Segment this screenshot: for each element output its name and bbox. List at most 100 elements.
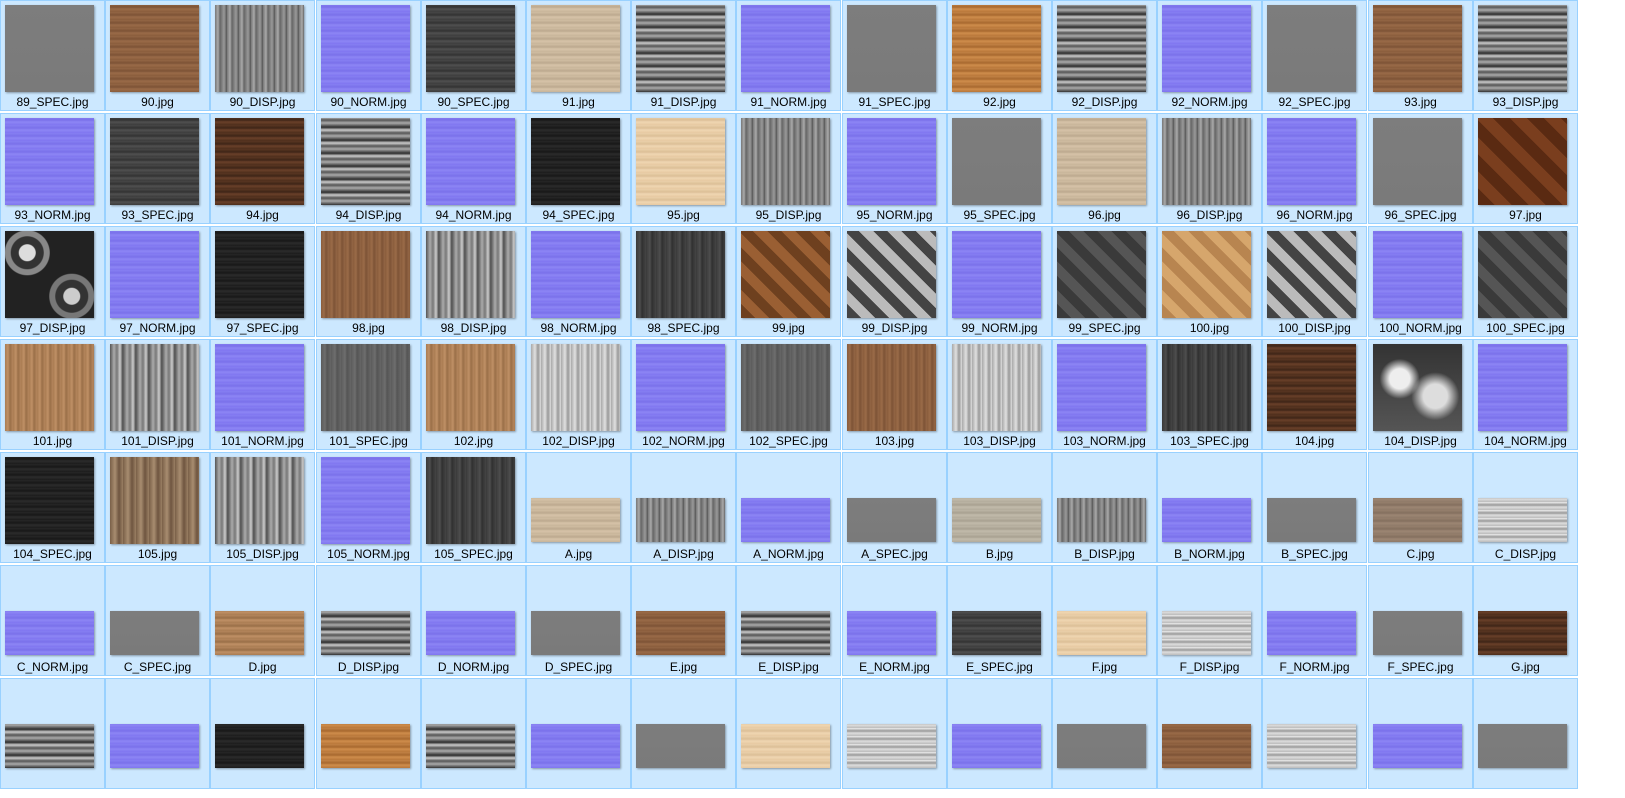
file-item[interactable] — [210, 678, 315, 789]
file-item[interactable]: 100_SPEC.jpg — [1473, 226, 1578, 337]
file-item[interactable]: 103_DISP.jpg — [947, 339, 1052, 450]
file-item[interactable]: 92.jpg — [947, 0, 1052, 111]
file-item[interactable] — [1473, 678, 1578, 789]
file-item[interactable] — [842, 678, 947, 789]
file-item[interactable] — [631, 678, 736, 789]
file-item[interactable]: C_NORM.jpg — [0, 565, 105, 676]
file-item[interactable]: 103_NORM.jpg — [1052, 339, 1157, 450]
file-item[interactable]: 100.jpg — [1157, 226, 1262, 337]
file-item[interactable] — [421, 678, 526, 789]
file-item[interactable]: 92_DISP.jpg — [1052, 0, 1157, 111]
file-item[interactable]: 102_NORM.jpg — [631, 339, 736, 450]
file-item[interactable]: 92_SPEC.jpg — [1262, 0, 1367, 111]
file-item[interactable]: E_DISP.jpg — [736, 565, 841, 676]
file-item[interactable]: F_SPEC.jpg — [1368, 565, 1473, 676]
file-item[interactable]: 90.jpg — [105, 0, 210, 111]
file-item[interactable]: B_SPEC.jpg — [1262, 452, 1367, 563]
file-item[interactable]: 105_DISP.jpg — [210, 452, 315, 563]
file-item[interactable]: E.jpg — [631, 565, 736, 676]
file-item[interactable]: 97_DISP.jpg — [0, 226, 105, 337]
file-item[interactable] — [316, 678, 421, 789]
file-item[interactable]: A_NORM.jpg — [736, 452, 841, 563]
file-item[interactable] — [1157, 678, 1262, 789]
file-item[interactable]: 92_NORM.jpg — [1157, 0, 1262, 111]
file-item[interactable] — [947, 678, 1052, 789]
file-item[interactable] — [1262, 678, 1367, 789]
file-item[interactable]: 90_DISP.jpg — [210, 0, 315, 111]
file-item[interactable]: 96.jpg — [1052, 113, 1157, 224]
file-item[interactable]: 98_SPEC.jpg — [631, 226, 736, 337]
file-item[interactable]: 105_NORM.jpg — [316, 452, 421, 563]
file-item[interactable]: F_DISP.jpg — [1157, 565, 1262, 676]
file-item[interactable]: 96_NORM.jpg — [1262, 113, 1367, 224]
file-item[interactable]: D_DISP.jpg — [316, 565, 421, 676]
file-item[interactable]: 104_SPEC.jpg — [0, 452, 105, 563]
file-item[interactable]: D_SPEC.jpg — [526, 565, 631, 676]
file-item[interactable] — [526, 678, 631, 789]
file-item[interactable]: 96_DISP.jpg — [1157, 113, 1262, 224]
file-item[interactable]: C_DISP.jpg — [1473, 452, 1578, 563]
file-item[interactable]: 94_NORM.jpg — [421, 113, 526, 224]
file-item[interactable]: 95_NORM.jpg — [842, 113, 947, 224]
file-item[interactable]: A.jpg — [526, 452, 631, 563]
file-item[interactable]: F_NORM.jpg — [1262, 565, 1367, 676]
file-item[interactable]: A_SPEC.jpg — [842, 452, 947, 563]
file-item[interactable]: 100_DISP.jpg — [1262, 226, 1367, 337]
file-item[interactable]: E_NORM.jpg — [842, 565, 947, 676]
file-item[interactable] — [105, 678, 210, 789]
file-item[interactable]: 103.jpg — [842, 339, 947, 450]
file-item[interactable]: 97_NORM.jpg — [105, 226, 210, 337]
file-item[interactable]: 102_DISP.jpg — [526, 339, 631, 450]
file-item[interactable]: 104_NORM.jpg — [1473, 339, 1578, 450]
file-item[interactable]: F.jpg — [1052, 565, 1157, 676]
file-item[interactable]: D_NORM.jpg — [421, 565, 526, 676]
file-item[interactable]: B_DISP.jpg — [1052, 452, 1157, 563]
file-item[interactable]: 90_NORM.jpg — [316, 0, 421, 111]
file-item[interactable]: 95_SPEC.jpg — [947, 113, 1052, 224]
file-item[interactable]: 103_SPEC.jpg — [1157, 339, 1262, 450]
file-item[interactable]: C.jpg — [1368, 452, 1473, 563]
file-item[interactable]: B_NORM.jpg — [1157, 452, 1262, 563]
file-item[interactable]: 96_SPEC.jpg — [1368, 113, 1473, 224]
file-item[interactable]: 90_SPEC.jpg — [421, 0, 526, 111]
file-item[interactable]: 93_SPEC.jpg — [105, 113, 210, 224]
file-item[interactable]: A_DISP.jpg — [631, 452, 736, 563]
file-item[interactable] — [1052, 678, 1157, 789]
file-item[interactable]: 93.jpg — [1368, 0, 1473, 111]
file-item[interactable] — [736, 678, 841, 789]
file-item[interactable]: 91_SPEC.jpg — [842, 0, 947, 111]
file-item[interactable]: 101_SPEC.jpg — [316, 339, 421, 450]
file-item[interactable]: 94_DISP.jpg — [316, 113, 421, 224]
file-item[interactable]: C_SPEC.jpg — [105, 565, 210, 676]
file-item[interactable]: 93_DISP.jpg — [1473, 0, 1578, 111]
file-item[interactable]: E_SPEC.jpg — [947, 565, 1052, 676]
file-item[interactable]: 98.jpg — [316, 226, 421, 337]
file-item[interactable]: 104.jpg — [1262, 339, 1367, 450]
file-item[interactable]: 97.jpg — [1473, 113, 1578, 224]
file-item[interactable]: 101_DISP.jpg — [105, 339, 210, 450]
file-item[interactable]: 99_NORM.jpg — [947, 226, 1052, 337]
file-item[interactable]: D.jpg — [210, 565, 315, 676]
file-item[interactable]: 99_DISP.jpg — [842, 226, 947, 337]
file-item[interactable]: 99.jpg — [736, 226, 841, 337]
file-item[interactable]: 105.jpg — [105, 452, 210, 563]
file-item[interactable]: 98_DISP.jpg — [421, 226, 526, 337]
file-item[interactable]: B.jpg — [947, 452, 1052, 563]
file-item[interactable]: 89_SPEC.jpg — [0, 0, 105, 111]
file-item[interactable]: 94_SPEC.jpg — [526, 113, 631, 224]
file-item[interactable]: G.jpg — [1473, 565, 1578, 676]
file-item[interactable]: 104_DISP.jpg — [1368, 339, 1473, 450]
file-item[interactable]: 91_NORM.jpg — [736, 0, 841, 111]
file-item[interactable] — [1368, 678, 1473, 789]
file-item[interactable]: 100_NORM.jpg — [1368, 226, 1473, 337]
file-item[interactable]: 91.jpg — [526, 0, 631, 111]
file-item[interactable]: 105_SPEC.jpg — [421, 452, 526, 563]
file-item[interactable]: 95_DISP.jpg — [736, 113, 841, 224]
file-item[interactable]: 95.jpg — [631, 113, 736, 224]
file-item[interactable]: 99_SPEC.jpg — [1052, 226, 1157, 337]
file-item[interactable]: 91_DISP.jpg — [631, 0, 736, 111]
file-item[interactable]: 97_SPEC.jpg — [210, 226, 315, 337]
file-item[interactable]: 94.jpg — [210, 113, 315, 224]
file-item[interactable]: 101.jpg — [0, 339, 105, 450]
file-item[interactable]: 93_NORM.jpg — [0, 113, 105, 224]
